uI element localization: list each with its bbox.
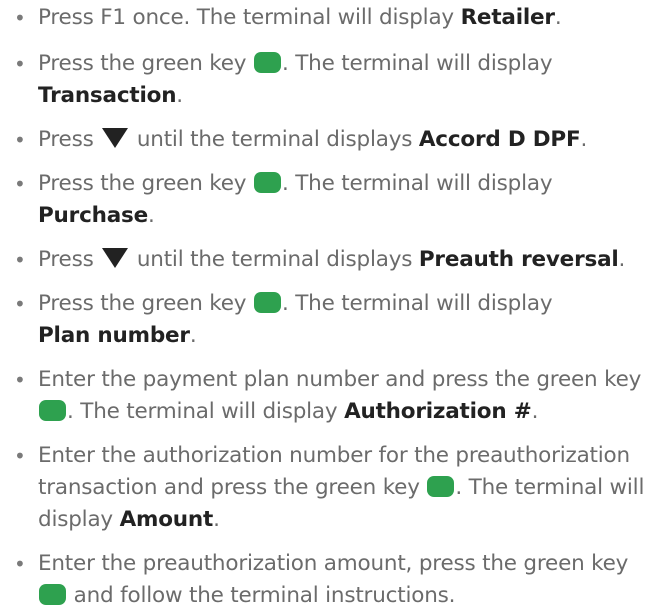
step-text: Press the green key . The terminal will … (14, 168, 659, 232)
list-item: • Press the green key . The terminal wil… (14, 48, 659, 112)
terminal-display-text: Authorization # (344, 399, 532, 424)
step-text: Press until the terminal displays Preaut… (14, 244, 659, 276)
step-text: Press until the terminal displays Accord… (14, 124, 659, 156)
step-text-segment: . (213, 507, 220, 532)
bullet: • (14, 444, 26, 468)
terminal-display-text: Plan number (38, 323, 190, 348)
step-text-segment: Press the green key (38, 171, 253, 196)
step-text-segment: . (618, 247, 626, 272)
green-key-icon (39, 584, 66, 605)
step-text: Press F1 once. The terminal will display… (14, 2, 659, 34)
step-text-segment: until the terminal displays (130, 247, 419, 272)
step-text-segment: . The terminal will display (281, 291, 553, 316)
step-text-segment: Press (38, 247, 101, 272)
down-arrow-icon (102, 248, 129, 268)
terminal-display-text: Accord D DPF (418, 127, 581, 152)
step-text-segment: and follow the terminal instructions. (67, 583, 456, 608)
step-text-segment: Enter the payment plan number and press … (38, 367, 642, 392)
list-item: • Enter the authorization number for the… (14, 440, 659, 536)
step-text-segment: . (189, 323, 197, 348)
terminal-display-text: Amount (119, 507, 214, 532)
green-key-icon (253, 292, 281, 313)
step-text-segment: . The terminal will display (281, 171, 553, 196)
bullet: • (14, 292, 26, 316)
step-text: Enter the preauthorization amount, press… (14, 548, 659, 612)
list-item: • Press the green key . The terminal wil… (14, 168, 659, 232)
step-text-segment: . (148, 203, 155, 228)
bullet: • (14, 552, 26, 576)
bullet: • (14, 128, 26, 152)
step-text: Press the green key . The terminal will … (14, 288, 659, 352)
down-arrow-icon (102, 128, 129, 148)
green-key-icon (427, 476, 455, 497)
bullet: • (14, 172, 26, 196)
green-key-icon (39, 400, 66, 421)
step-text-segment: Press F1 once. The terminal will display (38, 5, 461, 30)
step-text-segment: . (580, 127, 588, 152)
bullet: • (14, 368, 26, 392)
step-text-segment: Press the green key (38, 291, 253, 316)
step-text: Press the green key . The terminal will … (14, 48, 659, 112)
green-key-icon (253, 52, 281, 73)
terminal-display-text: Preauth reversal (418, 247, 619, 272)
step-text-segment: . The terminal will display (67, 399, 345, 424)
step-text-segment: . (531, 399, 539, 424)
green-key-icon (253, 172, 281, 193)
terminal-display-text: Retailer (460, 5, 555, 30)
step-text-segment: . The terminal will display (281, 51, 553, 76)
bullet: • (14, 248, 26, 272)
step-text-segment: Press the green key (38, 51, 253, 76)
list-item: • Press F1 once. The terminal will displ… (14, 2, 659, 34)
step-text: Enter the payment plan number and press … (14, 364, 659, 428)
list-item: • Enter the payment plan number and pres… (14, 364, 659, 428)
step-text-segment: until the terminal displays (130, 127, 419, 152)
terminal-display-text: Transaction (38, 83, 177, 108)
step-text-segment: . (554, 5, 562, 30)
step-text-segment: Press (38, 127, 101, 152)
list-item: • Press the green key . The terminal wil… (14, 288, 659, 352)
step-text: Enter the authorization number for the p… (14, 440, 659, 536)
terminal-display-text: Purchase (38, 203, 149, 228)
step-text-segment: Enter the preauthorization amount, press… (38, 551, 629, 576)
step-text-segment: . (176, 83, 183, 108)
bullet: • (14, 52, 26, 76)
list-item: • Enter the preauthorization amount, pre… (14, 548, 659, 612)
list-item: • Press until the terminal displays Prea… (14, 244, 659, 276)
bullet: • (14, 6, 26, 30)
list-item: • Press until the terminal displays Acco… (14, 124, 659, 156)
